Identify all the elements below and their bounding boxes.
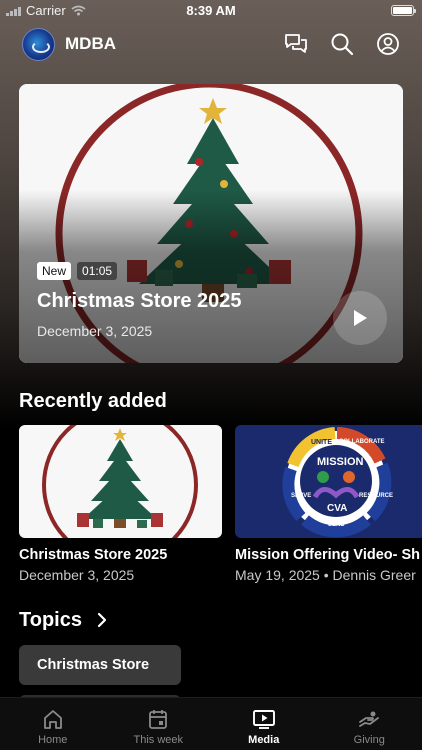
chat-icon[interactable] — [284, 33, 308, 55]
status-bar: Carrier 8:39 AM — [0, 0, 422, 22]
hero-badges: New 01:05 — [37, 262, 118, 280]
media-card-title: Mission Offering Video- Sh — [235, 547, 421, 563]
media-thumbnail — [19, 425, 222, 538]
mission-word-collaborate: COLLABORATE — [339, 439, 385, 445]
header-actions — [284, 32, 400, 56]
duration-badge: 01:05 — [77, 262, 118, 280]
tab-giving[interactable]: Giving — [317, 698, 422, 750]
home-icon — [43, 710, 62, 729]
recently-added-heading: Recently added — [19, 390, 167, 412]
media-thumbnail: UNITE COLLABORATE MISSION SERVE RESOURCE… — [235, 425, 422, 538]
mission-word-unite: UNITE — [311, 439, 332, 446]
battery-icon — [391, 5, 416, 16]
tab-bar: Home This week Media Giving — [0, 697, 422, 750]
media-icon — [252, 710, 275, 729]
media-card[interactable]: Christmas Store 2025 December 3, 2025 — [19, 425, 222, 583]
app-title: MDBA — [65, 34, 116, 53]
topic-pill[interactable]: Christmas Store — [19, 645, 181, 685]
featured-media-card[interactable]: New 01:05 Christmas Store 2025 December … — [19, 84, 403, 363]
status-time: 8:39 AM — [186, 3, 236, 18]
topics-heading[interactable]: Topics — [19, 609, 82, 632]
mission-word-resource: RESOURCE — [359, 493, 393, 499]
media-card-meta: May 19, 2025 • Dennis Greer — [235, 567, 416, 583]
search-icon[interactable] — [330, 32, 354, 56]
tab-giving-label: Giving — [353, 734, 385, 746]
mission-word-send: SEND — [328, 522, 345, 528]
app-header: MDBA — [22, 27, 400, 61]
tab-home[interactable]: Home — [0, 698, 106, 750]
hero-date: December 3, 2025 — [37, 323, 153, 339]
chevron-right-icon[interactable] — [96, 612, 108, 628]
media-card[interactable]: UNITE COLLABORATE MISSION SERVE RESOURCE… — [235, 425, 422, 583]
hero-title: Christmas Store 2025 — [37, 290, 242, 312]
tab-media-label: Media — [248, 734, 280, 746]
giving-icon — [359, 711, 380, 727]
mission-word-serve: SERVE — [291, 493, 311, 499]
tab-this-week-label: This week — [133, 734, 184, 746]
tab-media[interactable]: Media — [211, 698, 317, 750]
media-card-meta: December 3, 2025 — [19, 567, 135, 583]
mission-word-mission: MISSION — [317, 456, 364, 468]
profile-icon[interactable] — [376, 32, 400, 56]
media-card-title: Christmas Store 2025 — [19, 547, 168, 563]
play-button[interactable] — [333, 291, 387, 345]
app-logo[interactable] — [22, 27, 55, 61]
tab-home-label: Home — [38, 734, 68, 746]
christmas-tree-thumbnail — [19, 425, 222, 538]
mission-logo-thumbnail: UNITE COLLABORATE MISSION SERVE RESOURCE… — [235, 425, 422, 538]
play-icon — [354, 310, 367, 326]
new-badge: New — [37, 262, 72, 280]
calendar-icon — [149, 710, 168, 729]
tab-this-week[interactable]: This week — [106, 698, 212, 750]
mission-word-cva: CVA — [327, 503, 347, 514]
